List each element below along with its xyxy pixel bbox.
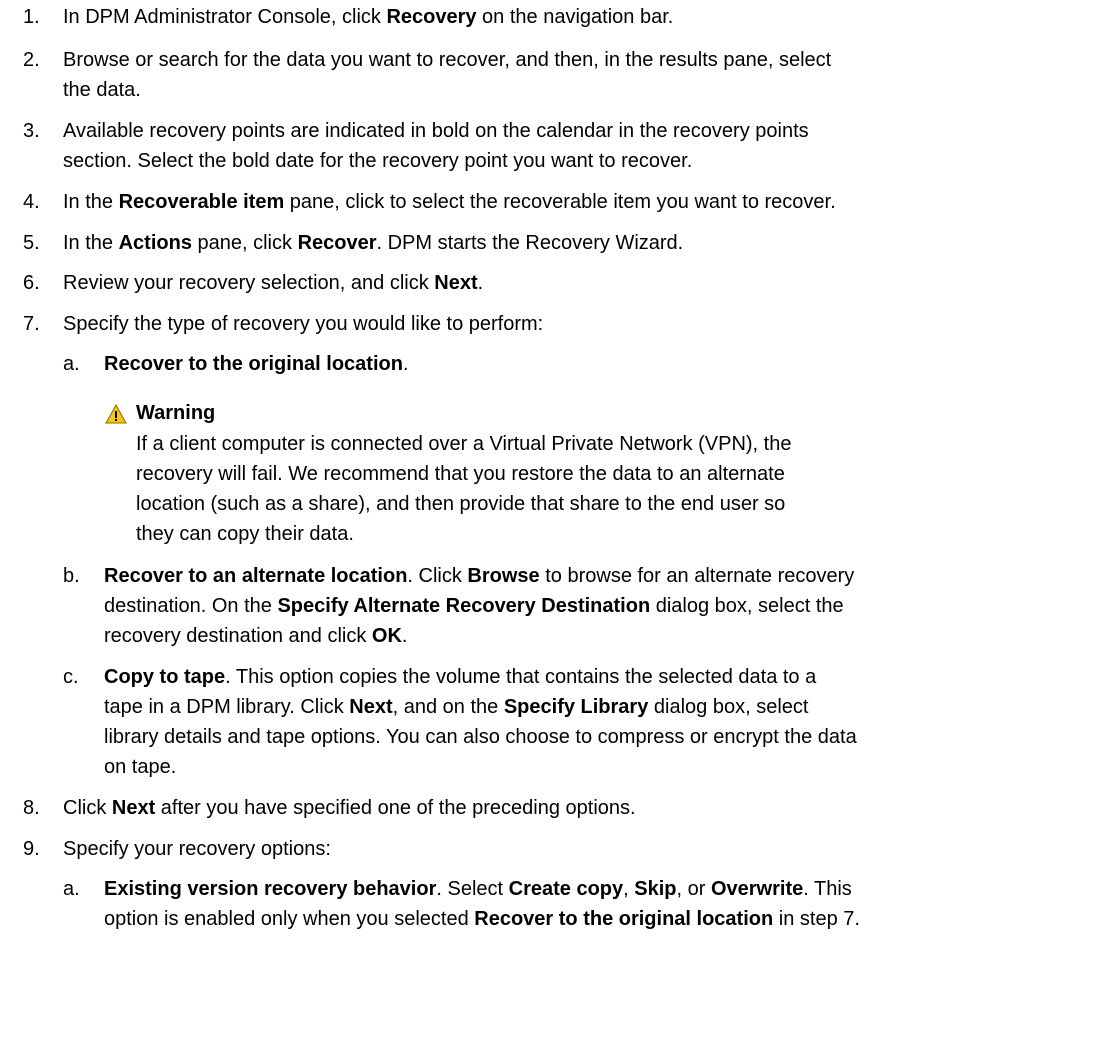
bold-term: Recover to the original location — [474, 908, 774, 930]
text-line: In the Actions pane, click Recover. DPM … — [63, 232, 684, 254]
step-text: Specify the type of recovery you would l… — [63, 309, 543, 339]
text-line: Recover to the original location. — [104, 353, 409, 375]
bold-term: Recover — [297, 232, 377, 254]
step-number: 8. — [23, 797, 40, 819]
bold-term: OK — [371, 625, 402, 647]
text-line: recovery destination and click OK. — [104, 625, 408, 647]
bold-term: Recover to an alternate location — [104, 565, 408, 587]
step-text: Click Next after you have specified one … — [63, 793, 636, 823]
bold-term: Copy to tape — [104, 666, 226, 688]
text-line: In the Recoverable item pane, click to s… — [63, 191, 836, 213]
document-page: 1. In DPM Administrator Console, click R… — [0, 0, 1115, 1038]
text-line: Existing version recovery behavior. Sele… — [104, 878, 852, 900]
bold-term: Next — [434, 272, 478, 294]
substep-text: Copy to tape. This option copies the vol… — [104, 662, 857, 782]
bold-term: Next — [349, 696, 393, 718]
step-text: In the Recoverable item pane, click to s… — [63, 187, 836, 217]
step-text: Specify your recovery options: — [63, 834, 331, 864]
text-line: Review your recovery selection, and clic… — [63, 272, 484, 294]
warning-body: If a client computer is connected over a… — [136, 429, 791, 549]
text-line: on tape. — [104, 756, 177, 778]
text-line: destination. On the Specify Alternate Re… — [104, 595, 844, 617]
warning-triangle-icon — [105, 404, 127, 424]
warning-title: Warning — [136, 402, 216, 424]
bold-term: Specify Alternate Recovery Destination — [277, 595, 651, 617]
bold-term: Next — [111, 797, 156, 819]
step-text: Available recovery points are indicated … — [63, 116, 809, 176]
substep-letter: a. — [63, 353, 80, 375]
text-line: Available recovery points are indicated … — [63, 120, 809, 142]
bold-term: Create copy — [508, 878, 624, 900]
bold-term: Recoverable item — [118, 191, 285, 213]
step-text: In the Actions pane, click Recover. DPM … — [63, 228, 683, 258]
substep-letter: a. — [63, 878, 80, 900]
text-line: library details and tape options. You ca… — [104, 726, 857, 748]
warning-line: they can copy their data. — [136, 523, 354, 545]
step-number: 1. — [23, 6, 40, 28]
warning-line: location (such as a share), and then pro… — [136, 493, 786, 515]
substep-letter: c. — [63, 666, 79, 688]
text-line: Browse or search for the data you want t… — [63, 49, 832, 71]
bold-term: Existing version recovery behavior — [104, 878, 437, 900]
substep-text: Recover to the original location. — [104, 349, 409, 379]
step-number: 3. — [23, 120, 40, 142]
bold-term: Skip — [634, 878, 677, 900]
bold-term: Browse — [467, 565, 540, 587]
bold-term: Recovery — [386, 6, 477, 28]
step-number: 6. — [23, 272, 40, 294]
step-text: Review your recovery selection, and clic… — [63, 268, 483, 298]
substep-text: Recover to an alternate location. Click … — [104, 561, 854, 651]
step-number: 2. — [23, 49, 40, 71]
step-number: 4. — [23, 191, 40, 213]
text-line: the data. — [63, 79, 141, 101]
text-line: Specify your recovery options: — [63, 838, 331, 860]
bold-term: Overwrite — [710, 878, 804, 900]
step-number: 9. — [23, 838, 40, 860]
text-line: section. Select the bold date for the re… — [63, 150, 693, 172]
text-line: option is enabled only when you selected… — [104, 908, 860, 930]
warning-line: If a client computer is connected over a… — [136, 433, 792, 455]
step-text: Browse or search for the data you want t… — [63, 45, 831, 105]
bold-term: Specify Library — [503, 696, 649, 718]
step-number: 7. — [23, 313, 40, 335]
step-text: In DPM Administrator Console, click Reco… — [63, 2, 673, 32]
substep-text: Existing version recovery behavior. Sele… — [104, 874, 860, 934]
text-line: Click Next after you have specified one … — [63, 797, 636, 819]
text-line: Copy to tape. This option copies the vol… — [104, 666, 817, 688]
text-line: Specify the type of recovery you would l… — [63, 313, 544, 335]
text-line: In DPM Administrator Console, click Reco… — [63, 6, 674, 28]
substep-letter: b. — [63, 565, 80, 587]
text-line: Recover to an alternate location. Click … — [104, 565, 855, 587]
bold-term: Recover to the original location — [104, 353, 403, 375]
warning-line: recovery will fail. We recommend that yo… — [136, 463, 785, 485]
step-number: 5. — [23, 232, 40, 254]
text-line: tape in a DPM library. Click Next, and o… — [104, 696, 809, 718]
bold-term: Actions — [118, 232, 192, 254]
